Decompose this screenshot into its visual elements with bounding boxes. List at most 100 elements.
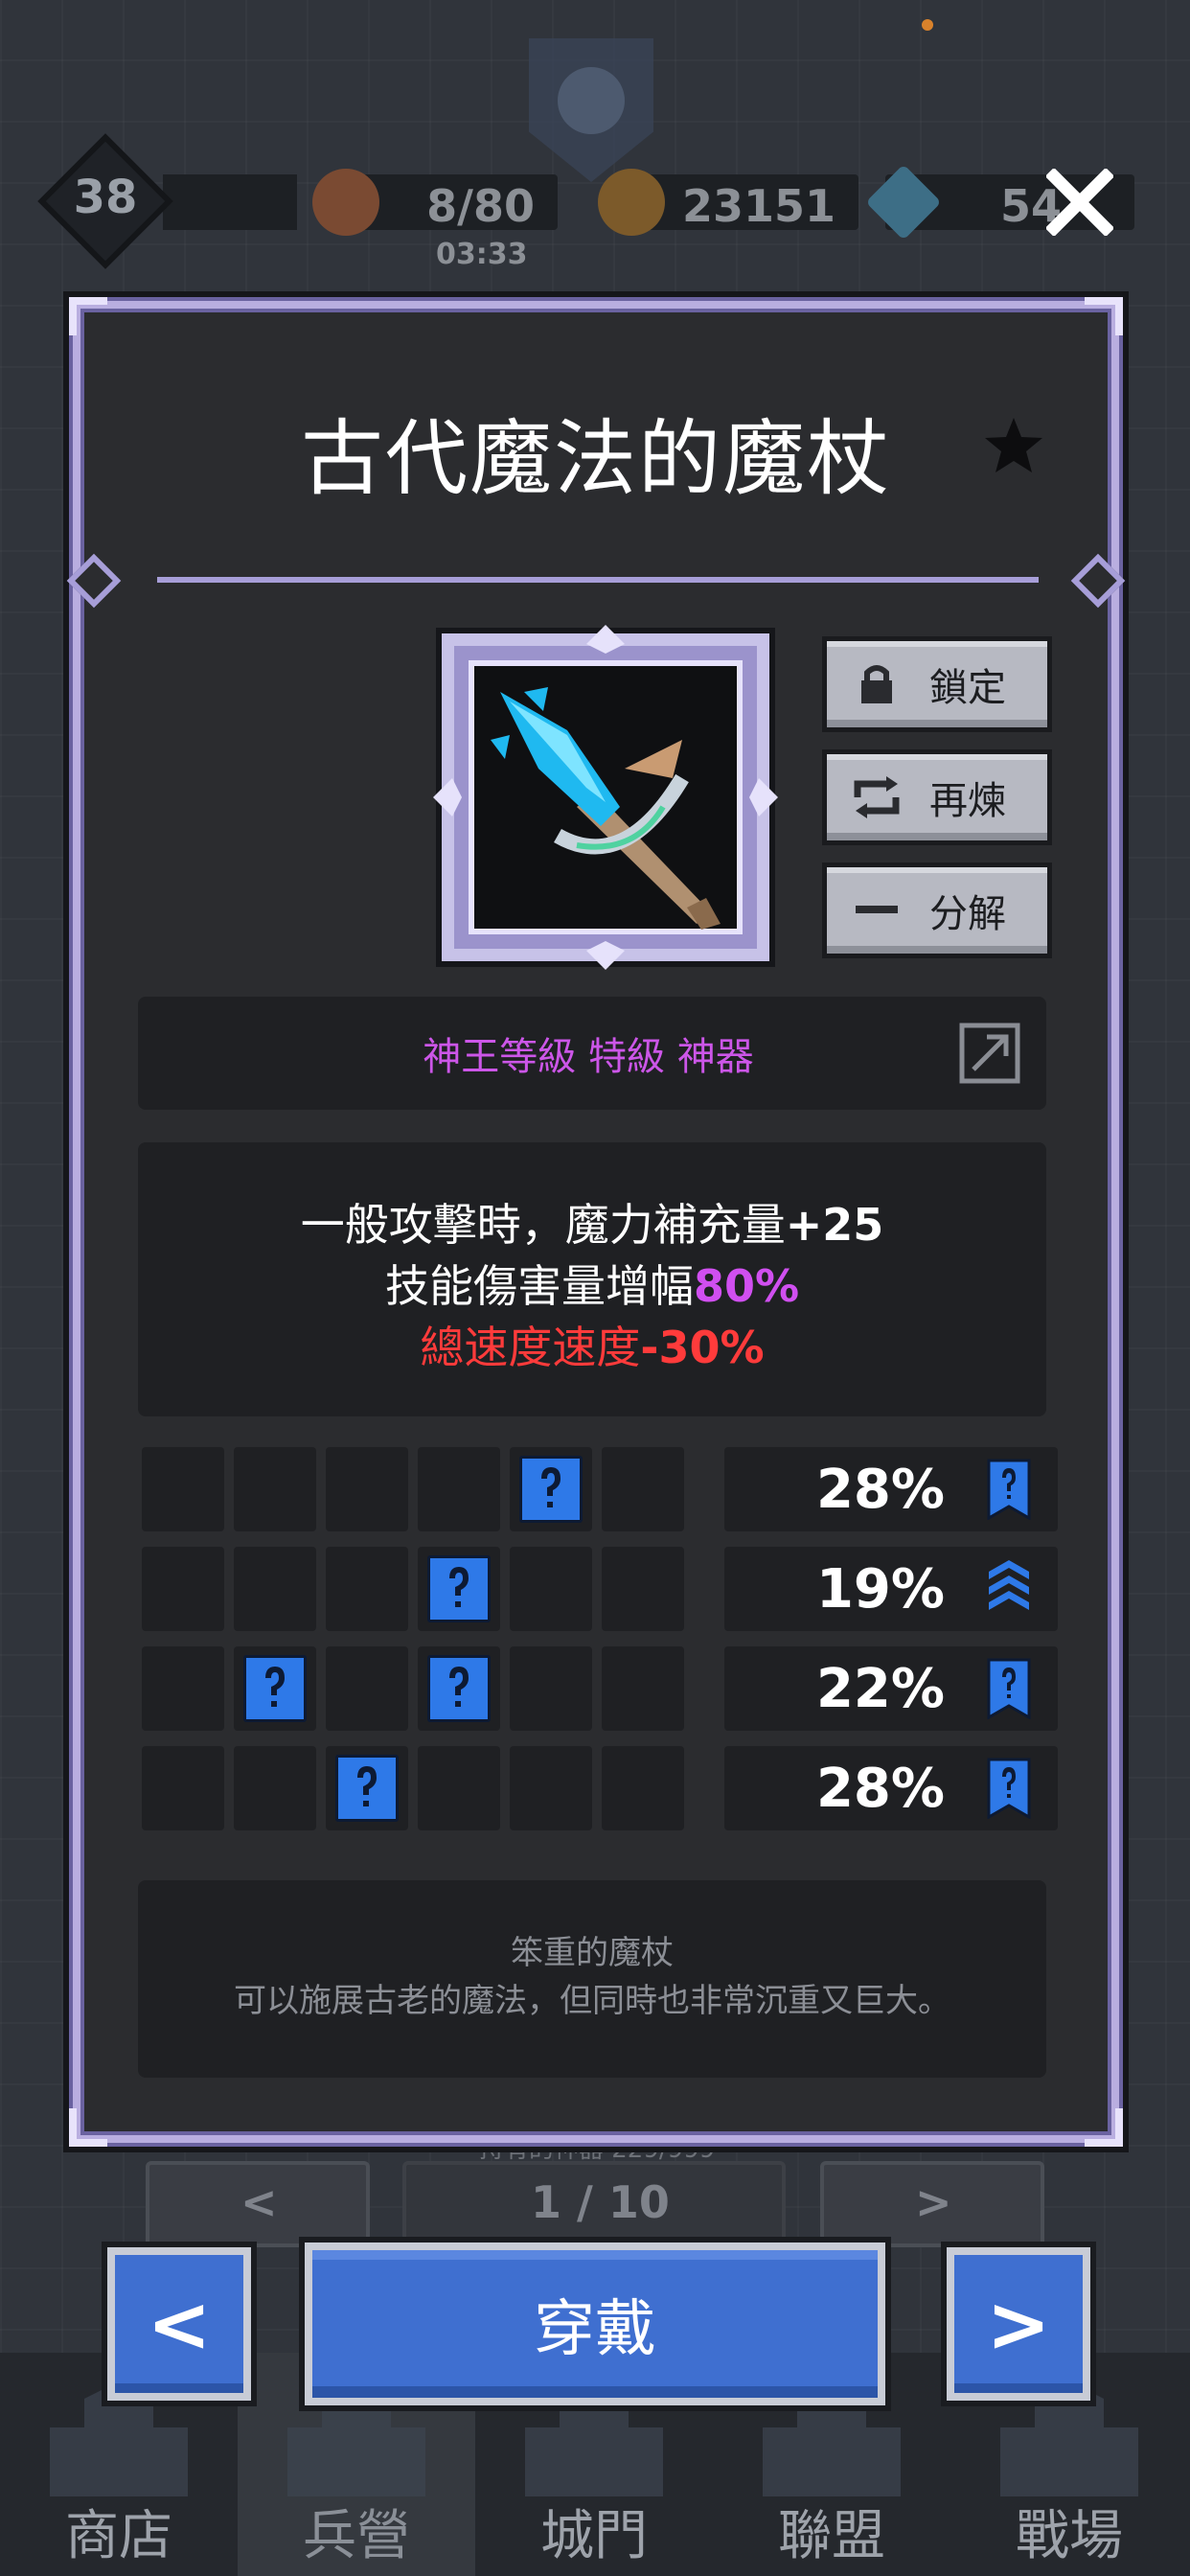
page-number: 1 / 10 [531,2176,670,2228]
meat-icon [312,169,379,236]
stat-label: 一般攻擊時，魔力補充量 [300,1199,786,1251]
rune-percent-box: 28% [724,1447,1058,1531]
close-button[interactable] [1039,161,1121,243]
reforge-label: 再煉 [929,779,1006,823]
rune-icon[interactable] [519,1456,583,1523]
rune-slot [418,1746,500,1830]
diamond-icon [865,164,942,241]
equip-button[interactable]: 穿戴 [305,2242,885,2405]
rune-percent-box: 19% [724,1547,1058,1631]
lock-label: 鎖定 [929,666,1006,710]
panel-corner [1085,297,1123,335]
rune-slot [234,1547,316,1631]
tab-label: 聯盟 [778,2505,885,2567]
stat-line: 一般攻擊時，魔力補充量+25 [138,1190,1046,1254]
disassemble-button[interactable]: 分解 [822,862,1052,958]
rune-percent: 28% [815,1459,945,1521]
pager-next-button[interactable]: > [820,2161,1044,2247]
tab-label: 戰場 [1016,2505,1123,2567]
rune-icon[interactable] [335,1755,399,1822]
rune-banner-icon [987,1758,1031,1820]
refresh-icon [848,769,905,826]
stat-line: 技能傷害量增幅80% [138,1252,1046,1315]
rune-percent-box: 22% [724,1646,1058,1731]
crest-eagle-icon [558,67,625,134]
pager-indicator: 1 / 10 [402,2161,786,2247]
description-box: 笨重的魔杖 可以施展古老的魔法，但同時也非常沉重又巨大。 [138,1880,1046,2078]
minus-icon [848,882,905,939]
staff-icon [433,625,778,970]
gold-value: 23151 [681,180,835,232]
rune-percent: 28% [815,1758,945,1820]
level-value: 38 [73,171,138,224]
stat-label: 技能傷害量增幅 [384,1260,694,1312]
item-title: 古代魔法的魔杖 [301,411,891,507]
rune-banner-icon [987,1658,1031,1720]
stat-value: +25 [785,1199,884,1251]
food-counter: 8/80 [312,169,558,236]
panel-corner [69,297,107,335]
tab-label: 兵營 [303,2505,410,2567]
rune-icon[interactable] [243,1655,307,1722]
reforge-button[interactable]: 再煉 [822,749,1052,845]
rune-slot [234,1447,316,1531]
rune-slot [234,1746,316,1830]
rune-slot [602,1547,684,1631]
rune-slot [326,1646,408,1731]
rune-slot [142,1547,224,1631]
rune-slot [602,1746,684,1830]
divider-diamond [1070,553,1126,609]
tab-label: 城門 [540,2505,648,2567]
lock-button[interactable]: 鎖定 [822,636,1052,732]
rune-slot [326,1547,408,1631]
rune-banner-icon [987,1459,1031,1521]
pager-prev-button[interactable]: < [146,2161,370,2247]
prev-item-button[interactable]: < [107,2247,251,2401]
rune-percent-box: 28% [724,1746,1058,1830]
food-value: 8/80 [426,180,535,232]
rune-slot [142,1746,224,1830]
stats-box: 一般攻擊時，魔力補充量+25 技能傷害量增幅80% 總速度速度-30% [138,1142,1046,1416]
coin-icon [598,169,665,236]
rune-slot [142,1447,224,1531]
rune-icon[interactable] [427,1555,491,1622]
disassemble-label: 分解 [929,892,1006,936]
gold-counter: 23151 [598,169,858,236]
rune-percent: 22% [815,1658,945,1720]
rank-chevron-icon [987,1558,1031,1620]
description-text: 可以施展古老的魔法，但同時也非常沉重又巨大。 [234,1982,950,2020]
resource-bar: 38 8/80 03:33 23151 54 [0,133,1190,271]
expand-icon[interactable] [958,1022,1021,1085]
tab-label: 商店 [65,2505,172,2567]
item-grade: 神王等級 特級 神器 [423,1035,754,1079]
panel-corner [1085,2108,1123,2147]
stat-value: 80% [693,1260,800,1312]
pager-prev-label: < [240,2176,278,2228]
rune-slot [510,1746,592,1830]
description-title: 笨重的魔杖 [511,1934,674,1972]
notification-dot [922,19,933,31]
rune-slot [142,1646,224,1731]
stat-line: 總速度速度-30% [138,1313,1046,1376]
pager-next-label: > [915,2176,952,2228]
close-icon [1046,169,1113,236]
favorite-star-icon[interactable] [983,414,1044,475]
stat-label: 總速度速度 [420,1322,641,1373]
food-timer: 03:33 [436,238,528,271]
rune-slot [326,1447,408,1531]
title-divider [157,577,1039,583]
rune-percent: 19% [815,1558,945,1621]
next-item-button[interactable]: > [947,2247,1090,2401]
rune-slot [602,1646,684,1731]
lock-icon [848,656,905,713]
divider-diamond [66,553,122,609]
rune-slot [510,1646,592,1731]
rune-icon[interactable] [427,1655,491,1722]
rune-slot [602,1447,684,1531]
item-detail-panel: 古代魔法的魔杖 鎖定 再煉 分解 神王等級 特級 神器 一般攻擊時，魔力補充量+… [66,297,1126,2147]
panel-corner [69,2108,107,2147]
rune-slot [510,1547,592,1631]
rune-slot [418,1447,500,1531]
level-bar [163,174,297,230]
stat-value: -30% [640,1322,765,1373]
